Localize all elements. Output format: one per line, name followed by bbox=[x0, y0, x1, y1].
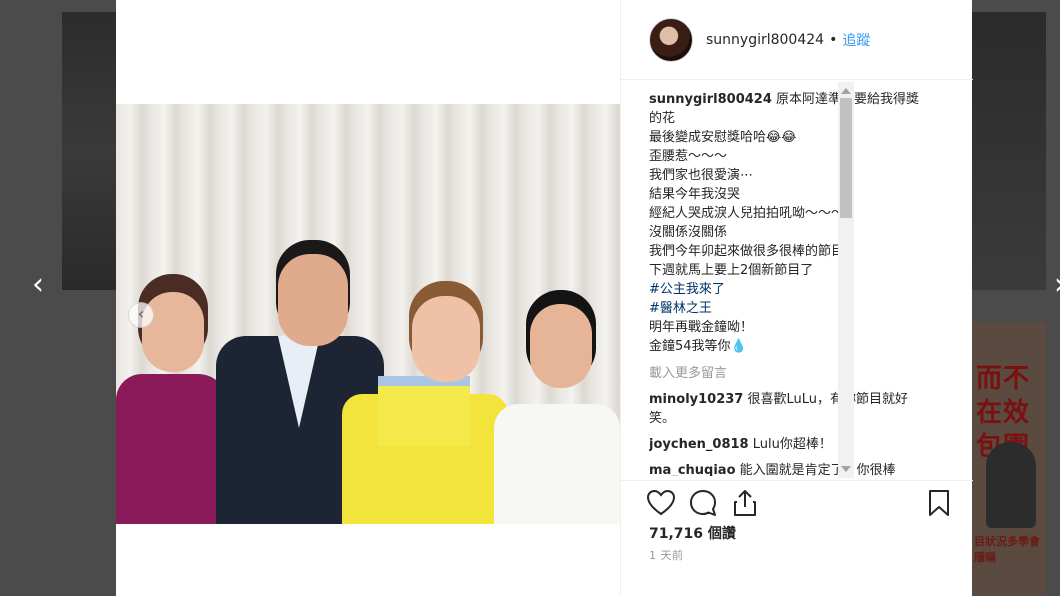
caption-line: 的花 bbox=[649, 111, 676, 126]
ad-subtext: 目狀況多學會隱瞞 bbox=[974, 535, 1040, 564]
hashtag-link[interactable]: #公主我來了 bbox=[649, 280, 949, 299]
caption-line: 明年再戰金鐘呦！ bbox=[649, 320, 754, 335]
scroll-up-icon[interactable] bbox=[841, 88, 851, 94]
comment-item: ma_chuqiao 能入圍就是肯定了！你很棒 bbox=[649, 461, 949, 476]
share-icon[interactable] bbox=[729, 487, 761, 519]
post-header: sunnygirl800424 • 追蹤 bbox=[621, 0, 973, 80]
photo-person bbox=[116, 374, 228, 524]
caption-username[interactable]: sunnygirl800424 bbox=[649, 92, 772, 107]
photo-person bbox=[494, 404, 620, 524]
bookmark-icon[interactable] bbox=[923, 487, 955, 519]
caption-line: 最後變成安慰獎哈哈😂😂 bbox=[649, 130, 797, 145]
post-photo: ‹ bbox=[116, 104, 620, 524]
comment-item: minoly10237 很喜歡LuLu，有妳節目就好 笑。 bbox=[649, 390, 949, 428]
scroll-down-icon[interactable] bbox=[841, 466, 851, 472]
photo-person bbox=[278, 254, 348, 346]
load-more-comments-button[interactable]: 載入更多留言 bbox=[649, 364, 949, 383]
background-ad: 而不在效包園 目狀況多學會隱瞞 bbox=[972, 322, 1046, 596]
caption-line: 結果今年我沒哭 bbox=[649, 187, 741, 202]
comments-list[interactable]: sunnygirl800424 原本阿達準備要給我得獎 的花 最後變成安慰獎哈哈… bbox=[649, 90, 949, 476]
post-actions: 71,716 個讚 1 天前 bbox=[621, 480, 973, 596]
caption-line: 我們今年卯起來做很多很棒的節目 bbox=[649, 244, 845, 259]
caption-line: 我們家也很愛演⋯ bbox=[649, 168, 754, 183]
comments-scrollbar[interactable] bbox=[838, 82, 854, 478]
background-page-left bbox=[62, 12, 116, 290]
comment-username[interactable]: ma_chuqiao bbox=[649, 463, 736, 476]
caption-line: 金鐘54我等你💧 bbox=[649, 339, 747, 354]
photo-person bbox=[530, 304, 592, 388]
chevron-right-icon[interactable]: › bbox=[1054, 270, 1060, 300]
views-count[interactable]: 71,716 個讚 bbox=[649, 523, 736, 543]
caption-line: 沒關係沒關係 bbox=[649, 225, 728, 240]
background-page-right bbox=[972, 12, 1046, 290]
post-media: ‹ bbox=[116, 0, 620, 596]
scrollbar-thumb[interactable] bbox=[840, 98, 852, 218]
post-timestamp[interactable]: 1 天前 bbox=[649, 547, 684, 563]
separator: • bbox=[829, 31, 838, 48]
comment-text: 很喜歡LuLu，有妳節目就好 bbox=[747, 392, 909, 407]
comment-username[interactable]: minoly10237 bbox=[649, 392, 743, 407]
caption-line: 下週就馬上要上2個新節目了 bbox=[649, 263, 814, 278]
photo-person bbox=[142, 292, 204, 372]
hashtag-link[interactable]: #醫林之王 bbox=[649, 299, 949, 318]
photo-person bbox=[412, 296, 480, 382]
follow-button[interactable]: 追蹤 bbox=[842, 30, 870, 50]
comment-item: joychen_0818 Lulu你超棒！ bbox=[649, 435, 949, 454]
heart-icon[interactable] bbox=[645, 487, 677, 519]
ad-figure bbox=[986, 442, 1036, 528]
carousel-prev-button[interactable]: ‹ bbox=[128, 302, 154, 328]
caption-line: 歪腰惹～～～ bbox=[649, 149, 728, 164]
avatar[interactable] bbox=[649, 17, 693, 62]
comment-username[interactable]: joychen_0818 bbox=[649, 437, 749, 452]
caption: sunnygirl800424 原本阿達準備要給我得獎 的花 最後變成安慰獎哈哈… bbox=[649, 90, 949, 356]
photo-person bbox=[378, 376, 470, 446]
caption-line: 經紀人哭成淚人兒拍拍吼呦～～～ bbox=[649, 206, 845, 221]
comment-text: 笑。 bbox=[649, 411, 676, 426]
post-sidebar: sunnygirl800424 • 追蹤 sunnygirl800424 原本阿… bbox=[620, 0, 973, 596]
comment-text: Lulu你超棒！ bbox=[752, 437, 832, 452]
header-username[interactable]: sunnygirl800424 bbox=[706, 32, 824, 48]
comment-icon[interactable] bbox=[687, 487, 719, 519]
comment-text: 能入圍就是肯定了！你很棒 bbox=[739, 463, 896, 476]
chevron-left-icon[interactable]: ‹ bbox=[32, 270, 44, 300]
